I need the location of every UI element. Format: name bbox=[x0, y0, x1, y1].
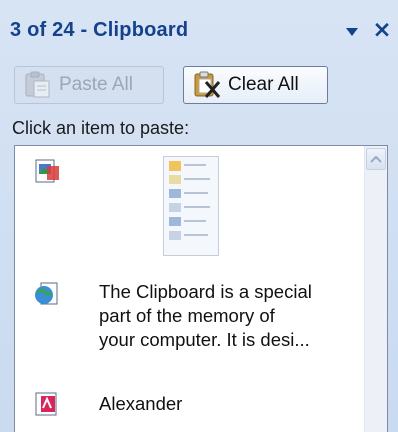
clipboard-task-pane: 3 of 24 - Clipboard × Paste All Clear Al… bbox=[0, 0, 398, 432]
clear-all-label: Clear All bbox=[228, 74, 299, 95]
paste-all-label: Paste All bbox=[59, 74, 133, 95]
list-scrollbar[interactable] bbox=[364, 146, 387, 432]
item-text-line: Alexander bbox=[99, 393, 183, 414]
clipboard-image-thumbnail bbox=[163, 156, 219, 256]
paste-all-button[interactable]: Paste All bbox=[14, 66, 164, 104]
picture-clip-icon bbox=[35, 159, 59, 183]
paste-icon bbox=[25, 71, 50, 98]
chevron-up-icon bbox=[370, 155, 382, 163]
clipboard-item-web-text[interactable]: The Clipboard is a special part of the m… bbox=[15, 274, 365, 374]
clipboard-item-text[interactable]: Alexander bbox=[15, 382, 365, 432]
paste-instruction: Click an item to paste: bbox=[12, 118, 190, 138]
clear-all-button[interactable]: Clear All bbox=[183, 66, 328, 104]
clear-all-icon bbox=[194, 71, 221, 98]
item-text-line: part of the memory of bbox=[99, 305, 275, 326]
pane-title: 3 of 24 - Clipboard bbox=[10, 19, 189, 41]
item-text-line: The Clipboard is a special bbox=[99, 281, 312, 302]
word-document-icon bbox=[35, 392, 57, 416]
close-pane-button[interactable]: × bbox=[370, 16, 394, 44]
web-document-icon bbox=[35, 282, 58, 305]
thumbnail-preview bbox=[169, 161, 210, 240]
close-icon: × bbox=[372, 17, 392, 43]
clipboard-item-list[interactable]: The Clipboard is a special part of the m… bbox=[14, 145, 388, 432]
triangle-down-icon bbox=[346, 28, 358, 36]
scroll-up-button[interactable] bbox=[366, 148, 386, 170]
pane-options-dropdown-button[interactable] bbox=[344, 24, 360, 38]
clipboard-item-image[interactable] bbox=[15, 146, 365, 272]
item-text-line: your computer. It is desi... bbox=[99, 329, 310, 350]
task-pane-title-bar: 3 of 24 - Clipboard × bbox=[0, 0, 398, 56]
